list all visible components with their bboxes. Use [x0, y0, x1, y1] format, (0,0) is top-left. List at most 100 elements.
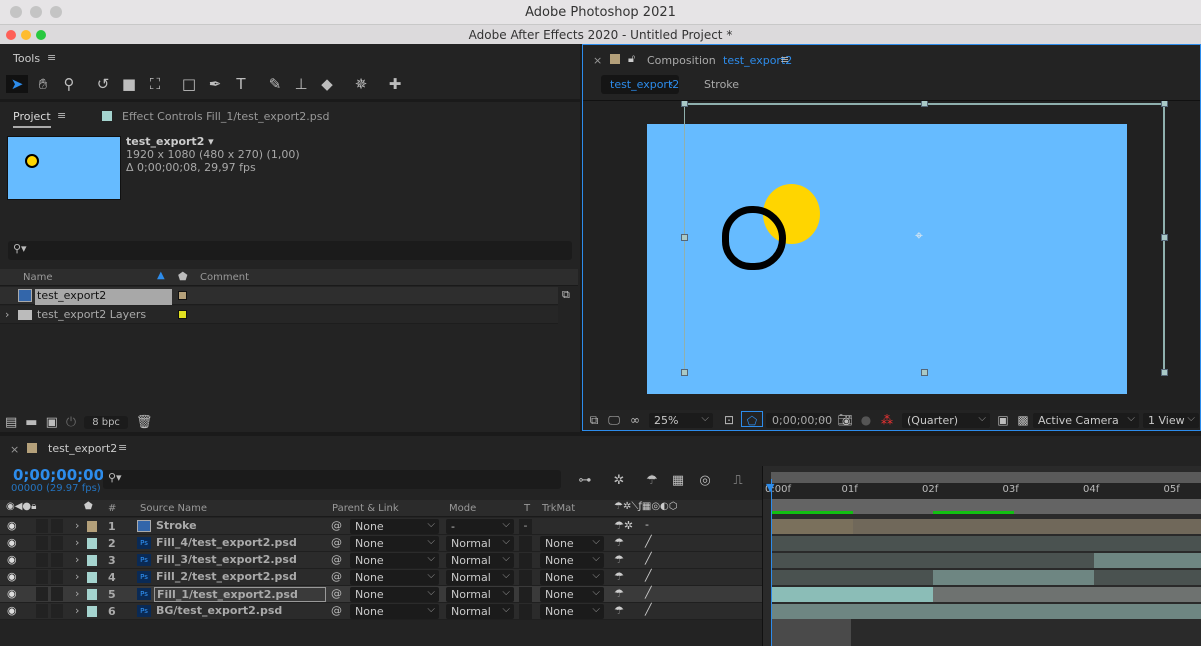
parent-pick-whip-icon[interactable]: @ [331, 587, 342, 600]
trkmat-dropdown[interactable]: None [540, 585, 604, 602]
parent-pick-whip-icon[interactable]: @ [331, 570, 342, 583]
label-tag-icon[interactable]: ⬟ [178, 270, 188, 283]
panel-menu-icon[interactable]: ≡ [780, 53, 789, 66]
transform-handle[interactable] [921, 369, 928, 376]
transform-handle[interactable] [681, 101, 688, 107]
column-comment[interactable]: Comment [200, 272, 249, 283]
label-color-swatch[interactable] [178, 291, 187, 300]
layer-name[interactable]: Fill_1/test_export2.psd [154, 587, 326, 602]
comp-name[interactable]: test_export2 ▾ [126, 135, 214, 148]
layer-name[interactable]: Fill_4/test_export2.psd [154, 536, 299, 551]
solo-switch[interactable] [36, 536, 48, 550]
layer-duration-bar[interactable] [772, 604, 1201, 619]
expand-chevron-icon[interactable]: › [75, 570, 79, 583]
layer-duration-bar[interactable] [852, 519, 1201, 534]
panel-menu-icon[interactable]: ≡ [57, 109, 66, 122]
shy-switch-icon[interactable]: ☂ [614, 536, 624, 549]
label-color-swatch[interactable] [87, 555, 97, 566]
mode-dropdown[interactable]: Normal [446, 585, 514, 602]
mode-dropdown[interactable]: Normal [446, 602, 514, 619]
always-preview-icon[interactable]: ⧉ [583, 411, 605, 429]
column-source-name[interactable]: Source Name [140, 503, 207, 514]
views-dropdown[interactable]: 1 View [1143, 411, 1199, 428]
layer-row[interactable]: ◉ › 3 Ps Fill_3/test_export2.psd @ None … [0, 551, 762, 569]
layer-row[interactable]: ◉ › 5 Ps Fill_1/test_export2.psd @ None … [0, 585, 762, 603]
expand-chevron-icon[interactable]: › [75, 587, 79, 600]
expand-chevron-icon[interactable]: › [75, 519, 79, 532]
solo-switch[interactable] [36, 604, 48, 618]
close-window-button[interactable] [6, 29, 16, 40]
motion-blur-icon[interactable]: ◎ [694, 472, 716, 490]
eye-visibility-icon[interactable]: ◉ [7, 587, 17, 600]
monitor-icon[interactable]: 🖵 [603, 411, 625, 429]
fast-previews-icon[interactable]: ▣ [992, 411, 1014, 429]
transform-handle[interactable] [1161, 101, 1168, 107]
layer-duration-bar[interactable] [772, 570, 933, 585]
mode-dropdown[interactable]: Normal [446, 534, 514, 551]
layer-row[interactable]: ◉ › 2 Ps Fill_4/test_export2.psd @ None … [0, 534, 762, 552]
layer-duration-bar[interactable] [1094, 570, 1201, 585]
shy-switch-icon[interactable]: ☂ [614, 570, 624, 583]
tab-effect-controls[interactable]: Effect Controls Fill_1/test_export2.psd [122, 110, 330, 123]
label-color-swatch[interactable] [87, 538, 97, 549]
parent-dropdown[interactable]: None [350, 534, 439, 551]
eye-visibility-icon[interactable]: ◉ [7, 570, 17, 583]
shy-layers-icon[interactable]: ☂ [641, 472, 663, 490]
playhead[interactable] [771, 479, 772, 646]
tab-project[interactable]: Project [13, 110, 51, 128]
solo-switch[interactable] [36, 553, 48, 567]
mask-visibility-icon[interactable]: ⬠ [741, 411, 763, 428]
pin-icon[interactable]: ✚ [384, 75, 406, 93]
sort-ascending-icon[interactable]: ▲ [157, 270, 165, 281]
eye-visibility-icon[interactable]: ◉ [7, 604, 17, 617]
composition-mini-flowchart-icon[interactable]: ⊶ [574, 472, 596, 490]
playhead-marker-icon[interactable]: ▼ [766, 481, 774, 494]
trkmat-dropdown[interactable]: None [540, 568, 604, 585]
composition-viewer[interactable]: ⌖ [583, 100, 1200, 410]
time-navigator[interactable] [771, 472, 1201, 483]
solo-switch[interactable] [36, 587, 48, 601]
layer-name[interactable]: Fill_2/test_export2.psd [154, 570, 299, 585]
selection-icon[interactable]: ➤ [6, 75, 28, 93]
trkmat-dropdown[interactable]: None [540, 534, 604, 551]
preserve-transparency-toggle[interactable] [519, 553, 532, 568]
transform-handle[interactable] [921, 101, 928, 107]
current-time[interactable]: 0;00;00;00 [13, 466, 104, 484]
preserve-transparency-toggle[interactable] [519, 604, 532, 619]
trkmat-dropdown[interactable]: None [540, 602, 604, 619]
preserve-transparency-toggle[interactable] [519, 570, 532, 585]
parent-dropdown[interactable]: None [350, 568, 439, 585]
eraser-icon[interactable]: ◆ [316, 75, 338, 93]
layer-row[interactable]: ◉ › 1 Stroke @ None - - ☂✲ - [0, 517, 762, 535]
rectangle-icon[interactable]: □ [178, 75, 200, 93]
frame-blending-icon[interactable]: ▦ [667, 472, 689, 490]
label-color-swatch[interactable] [87, 572, 97, 583]
transparency-grid-icon[interactable]: ▩ [1012, 411, 1034, 429]
transform-handle[interactable] [681, 234, 688, 241]
layer-row[interactable]: ◉ › 6 Ps BG/test_export2.psd @ None Norm… [0, 602, 762, 620]
preserve-transparency-toggle[interactable]: - [519, 519, 532, 534]
lock-switch[interactable] [51, 604, 63, 618]
interpret-footage-icon[interactable]: ▤ [5, 415, 17, 430]
close-icon[interactable]: × [10, 443, 19, 456]
preserve-transparency-toggle[interactable] [519, 587, 532, 602]
breadcrumb-test-export2[interactable]: test_export2 ‹ [601, 75, 679, 94]
breadcrumb-stroke[interactable]: Stroke [704, 78, 739, 91]
draft-3d-icon[interactable]: ✲ [608, 472, 630, 490]
trkmat-dropdown[interactable]: None [540, 551, 604, 568]
camera-icon[interactable]: ■ [118, 75, 140, 93]
quality-switch-icon[interactable]: ╱ [645, 552, 652, 565]
layer-duration-bar[interactable] [1094, 553, 1201, 568]
layer-duration-bar[interactable] [772, 519, 853, 534]
lock-switch[interactable] [51, 570, 63, 584]
lock-switch[interactable] [51, 553, 63, 567]
transform-handle[interactable] [681, 369, 688, 376]
expand-chevron-icon[interactable]: › [5, 308, 9, 321]
quality-switch-icon[interactable]: ╱ [645, 569, 652, 582]
quality-switch-icon[interactable]: - [645, 518, 649, 531]
quality-switch-icon[interactable]: ╱ [645, 535, 652, 548]
flowchart-icon[interactable]: ⧉ [562, 288, 570, 302]
solo-switch[interactable] [36, 519, 48, 533]
parent-dropdown[interactable]: None [350, 585, 439, 602]
shy-switch-icon[interactable]: ☂ [614, 587, 624, 600]
